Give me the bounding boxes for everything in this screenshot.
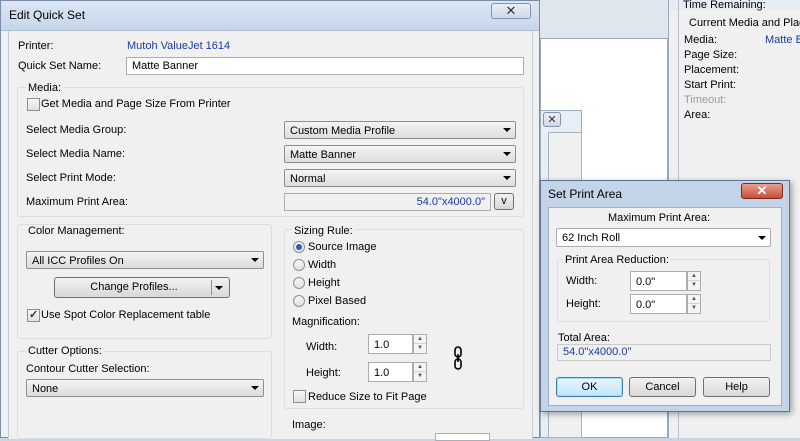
spa-reduction-label: Print Area Reduction: [563,254,671,266]
width-option-label[interactable]: Width [308,259,336,271]
mag-width-spinner[interactable]: ▲ ▼ [413,334,427,354]
spot-color-label[interactable]: Use Spot Color Replacement table [41,309,210,321]
bg-page-size-label: Page Size: [684,49,738,61]
mag-height-field[interactable]: 1.0 [368,362,413,382]
ok-button[interactable]: OK [556,377,623,397]
spin-up-icon[interactable]: ▲ [688,272,700,281]
help-button[interactable]: Help [703,377,770,397]
color-management-label: Color Management: [26,225,127,237]
radio-pixel-based[interactable] [293,295,305,307]
split-divider [211,280,212,295]
spa-height-spinner[interactable]: ▲ ▼ [687,294,701,314]
contour-cutter-value: None [32,383,59,395]
source-image-label[interactable]: Source Image [308,241,376,253]
link-chain-icon[interactable] [454,346,462,370]
close-icon[interactable]: ✕ [491,3,531,19]
max-print-area-label: Maximum Print Area: [26,196,129,208]
spa-max-area-label: Maximum Print Area: [608,212,711,224]
spa-width-label: Width: [566,275,598,287]
chevron-down-icon [503,152,511,156]
contour-cutter-label: Contour Cutter Selection: [26,363,150,375]
set-print-area-close-icon[interactable]: ✕ [741,183,783,199]
media-name-dropdown[interactable]: Matte Banner [284,145,516,163]
mag-width-field[interactable]: 1.0 [368,334,413,354]
spa-height-label: Height: [566,298,601,310]
get-from-printer-label[interactable]: Get Media and Page Size From Printer [41,98,231,110]
bg-placement-label: Placement: [684,64,740,76]
edit-quick-set-title: Edit Quick Set [9,8,86,22]
time-remaining-label: Time Remaining: [683,0,766,11]
cutter-options-label: Cutter Options: [26,345,104,357]
chevron-down-icon [503,176,511,180]
quick-set-name-field[interactable]: Matte Banner [126,57,524,75]
color-profile-value: All ICC Profiles On [32,255,124,267]
set-print-area-dialog: Set Print Area ✕ Maximum Print Area: 62 … [540,180,790,412]
image-field-partial[interactable] [435,433,490,441]
radio-width[interactable] [293,259,305,271]
bg-media-label: Media: [684,34,718,46]
media-group-label: Media: [26,82,64,94]
sizing-rule-label: Sizing Rule: [292,225,355,237]
height-option-label[interactable]: Height [308,277,340,289]
spin-down-icon[interactable]: ▼ [414,372,426,381]
chevron-down-icon [251,258,259,262]
spin-up-icon[interactable]: ▲ [688,295,700,304]
printer-label: Printer: [18,40,54,52]
bg-close-icon[interactable]: ✕ [543,112,561,127]
media-group-select-label: Select Media Group: [26,124,127,136]
spa-max-area-dropdown[interactable]: 62 Inch Roll [556,228,771,247]
spa-width-field[interactable]: 0.0" [630,271,687,291]
reduce-size-label[interactable]: Reduce Size to Fit Page [308,391,427,403]
print-mode-label: Select Print Mode: [26,172,116,184]
change-profiles-label: Change Profiles... [90,281,178,293]
quick-set-name-label: Quick Set Name: [18,60,102,72]
mag-width-label: Width: [306,341,338,353]
contour-cutter-dropdown[interactable]: None [26,379,264,397]
reduce-size-checkbox[interactable] [293,390,306,403]
bg-area-label: Area: [684,109,711,121]
radio-source-image[interactable] [293,241,305,253]
chevron-down-icon [251,386,259,390]
chevron-down-icon [215,285,223,290]
media-name-value: Matte Banner [290,149,357,161]
bg-timeout-label: Timeout: [684,94,727,106]
max-print-area-button[interactable]: v [494,193,514,210]
chevron-down-icon [503,128,511,132]
chevron-down-icon [758,235,766,240]
spot-color-checkbox[interactable] [27,308,40,322]
bg-start-print-label: Start Print: [684,79,736,91]
spin-down-icon[interactable]: ▼ [688,281,700,290]
get-from-printer-checkbox[interactable] [27,98,40,111]
printer-value: Mutoh ValueJet 1614 [127,40,231,52]
spa-width-spinner[interactable]: ▲ ▼ [687,271,701,291]
spin-down-icon[interactable]: ▼ [688,304,700,313]
edit-quick-set-dialog: Edit Quick Set ✕ Printer: Mutoh ValueJet… [0,0,540,441]
spin-up-icon[interactable]: ▲ [414,363,426,372]
cancel-button[interactable]: Cancel [629,377,696,397]
spa-total-area-value: 54.0"x4000.0" [557,344,771,361]
spin-down-icon[interactable]: ▼ [414,344,426,353]
magnification-label: Magnification: [292,316,360,328]
spa-max-area-value: 62 Inch Roll [562,232,621,244]
change-profiles-button[interactable]: Change Profiles... [54,277,230,298]
current-media-header: Current Media and Placem [689,17,800,29]
spa-height-field[interactable]: 0.0" [630,294,687,314]
mag-height-spinner[interactable]: ▲ ▼ [413,362,427,382]
print-mode-value: Normal [290,173,326,185]
bg-media-value: Matte B [765,34,800,46]
pixel-based-label[interactable]: Pixel Based [308,295,366,307]
media-group-dropdown[interactable]: Custom Media Profile [284,121,516,139]
spa-total-area-label: Total Area: [558,332,610,344]
radio-height[interactable] [293,277,305,289]
spin-up-icon[interactable]: ▲ [414,335,426,344]
set-print-area-title: Set Print Area [548,187,623,201]
print-mode-dropdown[interactable]: Normal [284,169,516,187]
max-print-area-value: 54.0"x4000.0" [284,193,491,211]
mag-height-label: Height: [306,367,341,379]
media-name-label: Select Media Name: [26,148,126,160]
media-group-value: Custom Media Profile [290,125,396,137]
color-profile-dropdown[interactable]: All ICC Profiles On [26,251,264,269]
image-label: Image: [292,419,326,431]
